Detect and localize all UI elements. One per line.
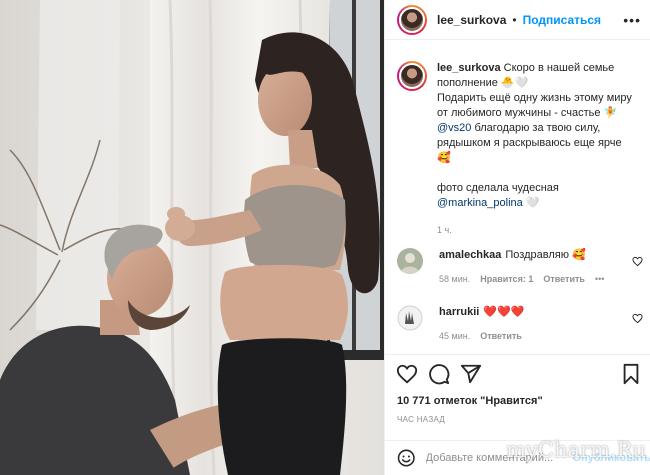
comment-avatar[interactable] [397, 305, 423, 331]
comment-username[interactable]: harrukii [439, 306, 479, 318]
caption-line-4: фото сделала чудесная [437, 182, 559, 194]
heart-icon[interactable] [396, 363, 418, 385]
comment-time[interactable]: 45 мин. [439, 331, 470, 341]
comment-item: harrukii ❤️❤️❤️ 45 мин. Ответить [397, 305, 643, 341]
comment-avatar[interactable] [397, 248, 423, 274]
separator-dot: • [512, 12, 517, 27]
post-photo[interactable] [0, 0, 384, 475]
post-age[interactable]: ЧАС НАЗАД [397, 415, 445, 424]
likes-count[interactable]: 10 771 отметок "Нравится" [397, 395, 543, 407]
add-comment-bar: Опубликовать [385, 440, 650, 475]
author-avatar[interactable] [397, 4, 427, 35]
comment-text: ❤️❤️❤️ [483, 306, 525, 318]
comment-text: Поздравляю 🥰 [505, 249, 586, 261]
caption-mention-vs20[interactable]: @vs20 [437, 122, 471, 134]
send-icon[interactable] [460, 363, 482, 385]
instagram-post: lee_surkova • Подписаться ••• lee_surkov… [0, 0, 650, 475]
caption-text: lee_surkova Скоро в нашей семье пополнен… [437, 61, 637, 238]
comment-time[interactable]: 58 мин. [439, 274, 470, 284]
comment-like-heart-icon[interactable] [632, 256, 643, 267]
caption-line-4-end: 🤍 [522, 197, 540, 209]
comment-input[interactable] [425, 452, 569, 464]
caption-mention-markina[interactable]: @markina_polina [437, 197, 523, 209]
caption-line-2: Подарить ещё одну жизнь этому миру от лю… [437, 92, 632, 119]
comment-reply-button[interactable]: Ответить [543, 274, 585, 284]
post-side-panel: lee_surkova • Подписаться ••• lee_surkov… [384, 0, 650, 475]
comment-username[interactable]: amalechkaa [439, 249, 501, 261]
comments-area[interactable]: lee_surkova Скоро в нашей семье пополнен… [385, 41, 650, 354]
caption-time[interactable]: 1 ч. [437, 223, 637, 238]
comment-like-heart-icon[interactable] [632, 313, 643, 324]
publish-button[interactable]: Опубликовать [572, 452, 650, 464]
post-header: lee_surkova • Подписаться ••• [385, 0, 650, 40]
emoji-icon[interactable] [397, 447, 416, 469]
post-actions-bar [385, 354, 650, 390]
follow-button[interactable]: Подписаться [523, 13, 601, 27]
more-options-icon[interactable]: ••• [623, 12, 641, 28]
author-username[interactable]: lee_surkova [437, 13, 506, 27]
comment-item: amalechkaa Поздравляю 🥰 58 мин. Нравится:… [397, 248, 643, 284]
caption-username[interactable]: lee_surkova [437, 62, 501, 74]
comment-reply-button[interactable]: Ответить [480, 331, 522, 341]
bookmark-icon[interactable] [620, 363, 642, 385]
comment-more-icon[interactable]: ••• [595, 274, 604, 284]
caption-avatar[interactable] [397, 61, 427, 91]
post-caption: lee_surkova Скоро в нашей семье пополнен… [397, 61, 643, 238]
comment-icon[interactable] [428, 363, 450, 385]
comment-likes[interactable]: Нравится: 1 [480, 274, 533, 284]
photo-illustration [0, 0, 384, 475]
